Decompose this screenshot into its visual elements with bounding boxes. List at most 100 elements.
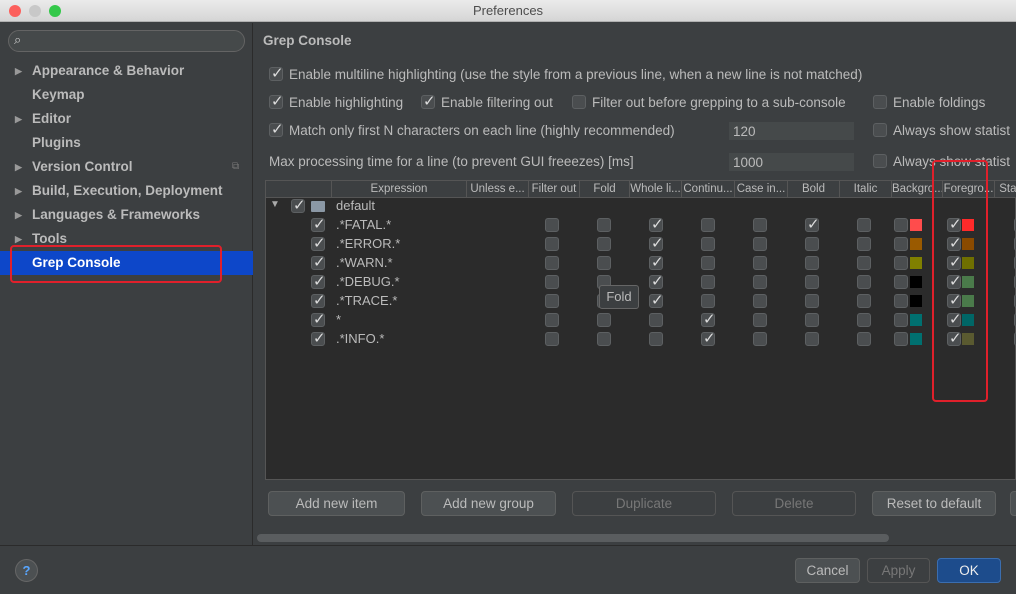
column-header-5[interactable]: Continu... [681,181,734,198]
column-header-6[interactable]: Case in... [734,181,787,198]
row-bg-checkbox[interactable] [894,294,908,308]
search-input[interactable]: ⌕ [8,30,245,52]
row-whole-checkbox[interactable] [649,272,664,290]
row-whole-checkbox[interactable] [649,291,664,309]
more-button[interactable] [1010,491,1016,516]
row-expression[interactable]: .*TRACE.* [336,293,397,308]
row-cont-checkbox[interactable] [701,310,716,328]
row-expression[interactable]: .*FATAL.* [336,217,391,232]
filtering-checkbox[interactable] [421,92,436,110]
horizontal-scrollbar[interactable] [257,534,889,542]
row-filter-checkbox[interactable] [545,237,559,251]
row-cont-checkbox[interactable] [701,275,715,289]
background-color-swatch[interactable] [910,276,922,288]
row-cont-checkbox[interactable] [701,294,715,308]
sidebar-item-build-execution-deployment[interactable]: ▶ Build, Execution, Deployment [0,179,253,203]
row-bg-checkbox[interactable] [894,237,908,251]
row-bold-checkbox[interactable] [805,313,819,327]
row-bg-checkbox[interactable] [894,313,908,327]
row-enabled-checkbox[interactable] [311,310,326,328]
sidebar-item-appearance-behavior[interactable]: ▶ Appearance & Behavior [0,59,253,83]
filter-before-checkbox[interactable] [572,95,586,109]
row-bold-checkbox[interactable] [805,237,819,251]
row-filter-checkbox[interactable] [545,275,559,289]
row-whole-checkbox[interactable] [649,234,664,252]
row-case-checkbox[interactable] [753,237,767,251]
row-bold-checkbox[interactable] [805,256,819,270]
apply-button[interactable]: Apply [867,558,930,583]
row-filter-checkbox[interactable] [545,218,559,232]
background-color-swatch[interactable] [910,333,922,345]
cancel-button[interactable]: Cancel [795,558,860,583]
background-color-swatch[interactable] [910,238,922,250]
column-header-7[interactable]: Bold [787,181,839,198]
row-expression[interactable]: .*DEBUG.* [336,274,400,289]
zoom-window-button[interactable] [49,5,61,17]
max-time-input[interactable]: 1000 [728,152,855,172]
sidebar-item-languages-frameworks[interactable]: ▶ Languages & Frameworks [0,203,253,227]
sidebar-item-version-control[interactable]: ▶ Version Control [0,155,253,179]
row-bold-checkbox[interactable] [805,294,819,308]
row-bg-checkbox[interactable] [894,275,908,289]
ok-button[interactable]: OK [937,558,1001,583]
row-whole-checkbox[interactable] [649,313,663,327]
row-bold-checkbox[interactable] [805,332,819,346]
row-enabled-checkbox[interactable] [311,329,326,347]
row-filter-checkbox[interactable] [545,294,559,308]
row-bg-checkbox[interactable] [894,256,908,270]
group-enabled-checkbox[interactable] [291,196,306,214]
row-case-checkbox[interactable] [753,313,767,327]
sidebar-item-editor[interactable]: ▶ Editor [0,107,253,131]
row-bold-checkbox[interactable] [805,275,819,289]
row-cont-checkbox[interactable] [701,256,715,270]
multiline-checkbox[interactable] [269,64,284,82]
row-cont-checkbox[interactable] [701,329,716,347]
row-fold-checkbox[interactable] [597,256,611,270]
column-header-11[interactable]: Stat [994,181,1016,198]
row-bold-checkbox[interactable] [805,215,820,233]
row-fold-checkbox[interactable] [597,237,611,251]
row-enabled-checkbox[interactable] [311,272,326,290]
always-show-stats-checkbox-2[interactable] [873,154,887,168]
row-expression[interactable]: .*INFO.* [336,331,384,346]
help-button[interactable]: ? [15,559,38,582]
highlighting-checkbox[interactable] [269,92,284,110]
row-expression[interactable]: * [336,312,341,327]
row-filter-checkbox[interactable] [545,256,559,270]
row-case-checkbox[interactable] [753,332,767,346]
row-enabled-checkbox[interactable] [311,291,326,309]
row-expression[interactable]: .*WARN.* [336,255,393,270]
add-new-group-button[interactable]: Add new group [421,491,556,516]
row-case-checkbox[interactable] [753,275,767,289]
background-color-swatch[interactable] [910,295,922,307]
background-color-swatch[interactable] [910,219,922,231]
row-expression[interactable]: .*ERROR.* [336,236,400,251]
column-header-8[interactable]: Italic [839,181,891,198]
add-new-item-button[interactable]: Add new item [268,491,405,516]
match-first-checkbox[interactable] [269,120,284,138]
reset-to-default-button[interactable]: Reset to default [872,491,996,516]
row-italic-checkbox[interactable] [857,218,871,232]
row-bg-checkbox[interactable] [894,218,908,232]
row-cont-checkbox[interactable] [701,237,715,251]
expand-group-toggle-icon[interactable]: ▼ [270,199,280,210]
foldings-checkbox[interactable] [873,95,887,109]
column-header-2[interactable]: Filter out [528,181,579,198]
row-italic-checkbox[interactable] [857,294,871,308]
background-color-swatch[interactable] [910,314,922,326]
row-cont-checkbox[interactable] [701,218,715,232]
delete-button[interactable]: Delete [732,491,856,516]
column-header-4[interactable]: Whole li... [629,181,681,198]
minimize-window-button[interactable] [29,5,41,17]
sidebar-item-keymap[interactable]: Keymap [0,83,253,107]
row-whole-checkbox[interactable] [649,215,664,233]
row-enabled-checkbox[interactable] [311,234,326,252]
background-color-swatch[interactable] [910,257,922,269]
column-header-1[interactable]: Unless e... [466,181,528,198]
row-italic-checkbox[interactable] [857,275,871,289]
row-italic-checkbox[interactable] [857,313,871,327]
row-enabled-checkbox[interactable] [311,215,326,233]
row-fold-checkbox[interactable] [597,218,611,232]
row-italic-checkbox[interactable] [857,256,871,270]
column-header-0[interactable]: Expression [331,181,466,198]
